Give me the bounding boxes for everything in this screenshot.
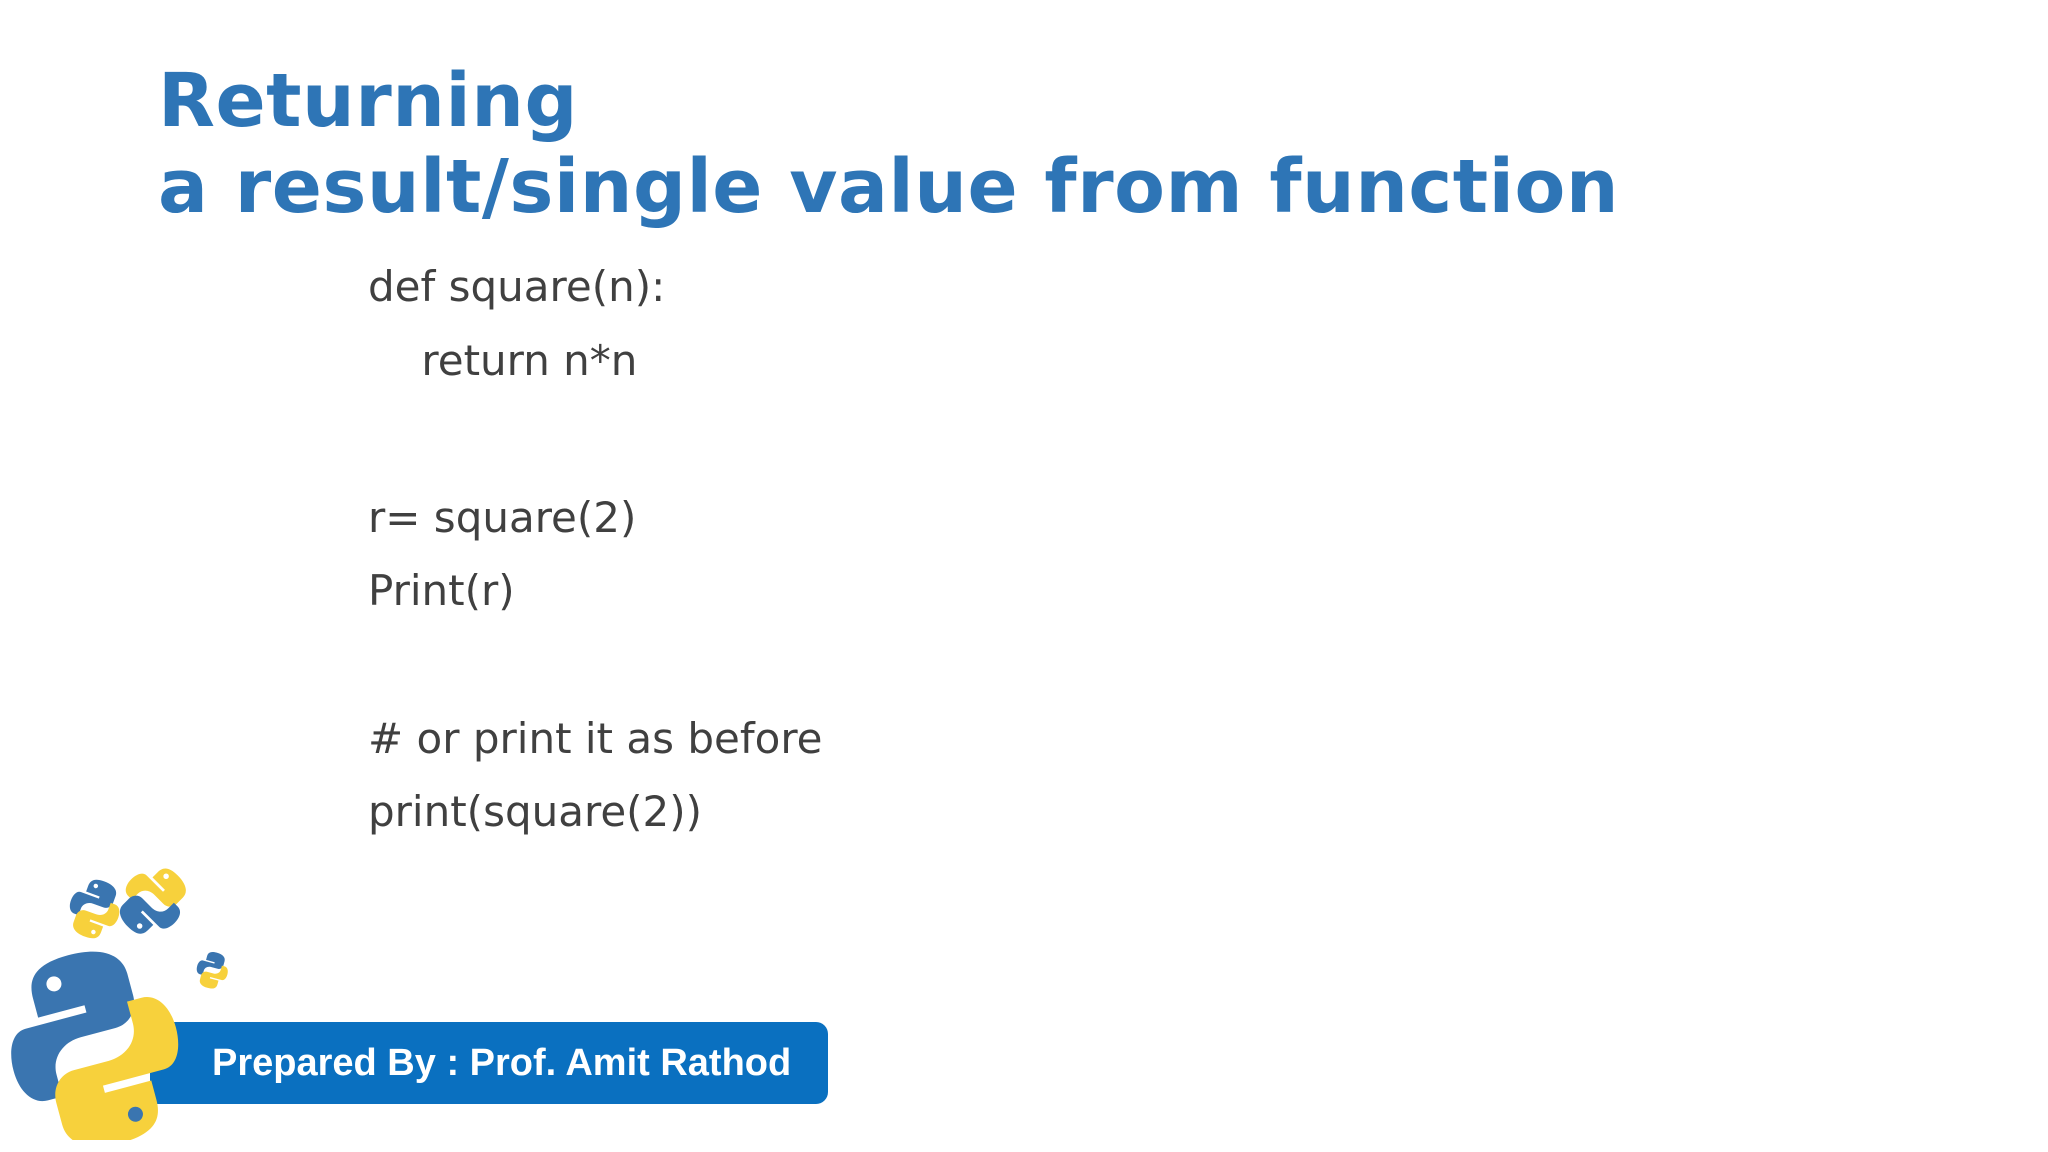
python-logo-small-2 — [119, 868, 186, 934]
code-line-return: return n*n — [368, 336, 638, 385]
code-line-assign: r= square(2) — [368, 493, 637, 542]
code-line-comment: # or print it as before — [368, 714, 823, 763]
title-line-1: Returning — [158, 58, 578, 144]
footer-banner: Prepared By : Prof. Amit Rathod — [150, 1022, 828, 1104]
python-logo-large — [11, 951, 179, 1140]
code-line-print-r: Print(r) — [368, 566, 515, 615]
python-logo-small-1 — [69, 879, 120, 939]
slide: Returning a result/single value from fun… — [0, 0, 2048, 1152]
footer-text: Prepared By : Prof. Amit Rathod — [212, 1042, 792, 1084]
code-line-print-square: print(square(2)) — [368, 787, 703, 836]
python-logo-small-3 — [196, 951, 228, 989]
python-logo-icon — [11, 868, 228, 1140]
title-line-2: a result/single value from function — [158, 144, 1620, 230]
slide-title: Returning a result/single value from fun… — [158, 58, 1619, 230]
code-line-def: def square(n): — [368, 262, 666, 311]
